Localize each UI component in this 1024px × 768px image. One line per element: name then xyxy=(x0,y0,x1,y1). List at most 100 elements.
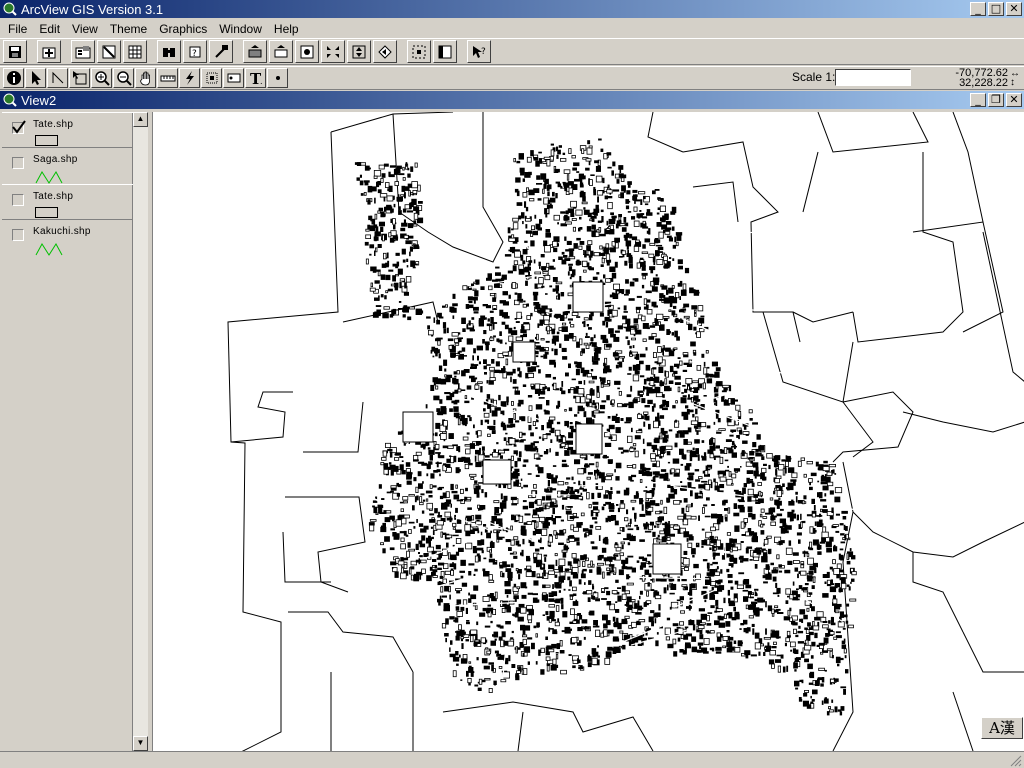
scroll-down-arrow-icon[interactable]: ▼ xyxy=(133,736,148,751)
theme-name: Tate.shp xyxy=(33,191,74,202)
area-of-interest-tool[interactable] xyxy=(201,68,222,88)
view-window-icon xyxy=(3,93,17,107)
theme-visibility-checkbox[interactable] xyxy=(12,194,24,206)
menu-window[interactable]: Window xyxy=(213,22,268,36)
zoom-previous-icon xyxy=(378,44,392,59)
clear-selection-button[interactable] xyxy=(433,40,457,63)
clear-selection-icon xyxy=(438,45,452,58)
view-minimize-button[interactable]: _ xyxy=(970,93,986,107)
menu-view[interactable]: View xyxy=(66,22,104,36)
open-table-button[interactable] xyxy=(123,40,147,63)
select-feature-tool[interactable] xyxy=(69,68,90,88)
polygon-symbol-icon xyxy=(35,207,58,218)
zoom-full-extent-icon xyxy=(248,44,262,57)
theme-name: Saga.shp xyxy=(33,154,78,165)
scale-input[interactable] xyxy=(835,69,911,86)
ime-indicator[interactable]: A漢 xyxy=(981,717,1023,739)
zoom-full-extent-button[interactable] xyxy=(243,40,267,63)
view-title: View2 xyxy=(21,92,57,108)
app-title: ArcView GIS Version 3.1 xyxy=(21,1,164,17)
label-icon xyxy=(227,73,240,83)
help-button[interactable]: ? xyxy=(467,40,491,63)
theme-properties-button[interactable] xyxy=(71,40,95,63)
coordinate-readout: -70,772.62 32,228.22 xyxy=(940,68,1008,89)
pointer-icon xyxy=(31,71,41,85)
zoom-in-fixed-button[interactable] xyxy=(321,40,345,63)
label-tool[interactable] xyxy=(223,68,244,88)
view-title-bar: View2 _ ❐ ✕ xyxy=(0,91,1024,109)
vertex-edit-tool[interactable] xyxy=(47,68,68,88)
hotlink-tool[interactable] xyxy=(179,68,200,88)
menu-theme[interactable]: Theme xyxy=(104,22,153,36)
map-canvas[interactable] xyxy=(152,112,1024,751)
close-button[interactable]: ✕ xyxy=(1006,2,1022,16)
scale-label: Scale 1: xyxy=(792,70,836,84)
theme-visibility-checkbox[interactable] xyxy=(12,229,24,241)
select-by-theme-icon xyxy=(412,45,426,58)
theme-item-saga[interactable]: Saga.shp xyxy=(2,148,133,184)
app-title-bar: ArcView GIS Version 3.1 _ □ ✕ xyxy=(0,0,1024,18)
line-symbol-icon xyxy=(35,243,63,256)
zoom-to-themes-button[interactable] xyxy=(269,40,293,63)
theme-visibility-checkbox[interactable] xyxy=(12,157,24,169)
locate-address-icon: ? xyxy=(189,46,201,59)
query-builder-icon xyxy=(215,44,228,58)
checkmark-icon xyxy=(12,120,26,134)
locate-address-button[interactable]: ? xyxy=(183,40,207,63)
help-icon: ? xyxy=(473,45,486,58)
menu-graphics[interactable]: Graphics xyxy=(153,22,213,36)
map-drawing xyxy=(227,112,1024,751)
edit-legend-button[interactable] xyxy=(97,40,121,63)
tool-bar: T. Scale 1: -70,772.62 32,228.22 ↔ ↕ xyxy=(0,66,1024,90)
toc-scrollbar[interactable]: ▲ ▼ xyxy=(133,112,148,751)
theme-item-tate-1[interactable]: Tate.shp xyxy=(2,112,133,148)
view-restore-button[interactable]: ❐ xyxy=(988,93,1004,107)
pointer-tool[interactable] xyxy=(25,68,46,88)
svg-text:?: ? xyxy=(481,47,486,57)
save-icon xyxy=(9,45,21,58)
select-by-theme-button[interactable] xyxy=(407,40,431,63)
button-bar: ? ? xyxy=(0,38,1024,65)
scroll-up-arrow-icon[interactable]: ▲ xyxy=(133,112,148,127)
zoom-to-selected-button[interactable] xyxy=(295,40,319,63)
draw-point-icon xyxy=(275,76,280,80)
svg-text:?: ? xyxy=(192,49,197,59)
resize-grip-icon[interactable] xyxy=(1008,754,1022,767)
zoom-in-icon xyxy=(94,71,110,86)
text-tool[interactable]: T. xyxy=(245,68,266,88)
save-button[interactable] xyxy=(3,40,27,63)
theme-visibility-checkbox[interactable] xyxy=(12,120,26,134)
pan-icon xyxy=(139,71,150,86)
view-close-button[interactable]: ✕ xyxy=(1006,93,1022,107)
vertex-edit-icon xyxy=(52,71,63,84)
find-icon xyxy=(163,47,175,57)
line-symbol-icon xyxy=(35,171,63,184)
minimize-button[interactable]: _ xyxy=(970,2,986,16)
query-builder-button[interactable] xyxy=(209,40,233,63)
draw-point-tool[interactable] xyxy=(267,68,288,88)
zoom-previous-button[interactable] xyxy=(373,40,397,63)
menu-help[interactable]: Help xyxy=(268,22,305,36)
theme-name: Kakuchi.shp xyxy=(33,226,91,237)
arcview-globe-icon xyxy=(3,2,17,16)
add-theme-button[interactable] xyxy=(37,40,61,63)
pan-tool[interactable] xyxy=(135,68,156,88)
status-bar xyxy=(0,751,1024,768)
theme-item-kakuchi[interactable]: Kakuchi.shp xyxy=(2,220,133,256)
zoom-out-tool[interactable] xyxy=(113,68,134,88)
find-button[interactable] xyxy=(157,40,181,63)
identify-tool[interactable] xyxy=(3,68,24,88)
theme-name: Tate.shp xyxy=(33,119,74,130)
zoom-in-tool[interactable] xyxy=(91,68,112,88)
restore-button[interactable]: □ xyxy=(988,2,1004,16)
menu-file[interactable]: File xyxy=(2,22,33,36)
measure-tool[interactable] xyxy=(157,68,178,88)
polygon-symbol-icon xyxy=(35,135,58,146)
theme-item-tate-2[interactable]: Tate.shp xyxy=(2,184,133,220)
theme-properties-icon xyxy=(75,45,91,58)
zoom-out-fixed-button[interactable] xyxy=(347,40,371,63)
identify-icon xyxy=(6,71,21,85)
menu-edit[interactable]: Edit xyxy=(33,22,66,36)
svg-text:.: . xyxy=(260,77,263,86)
coordinate-arrows-icon: ↔ ↕ xyxy=(1010,68,1020,88)
